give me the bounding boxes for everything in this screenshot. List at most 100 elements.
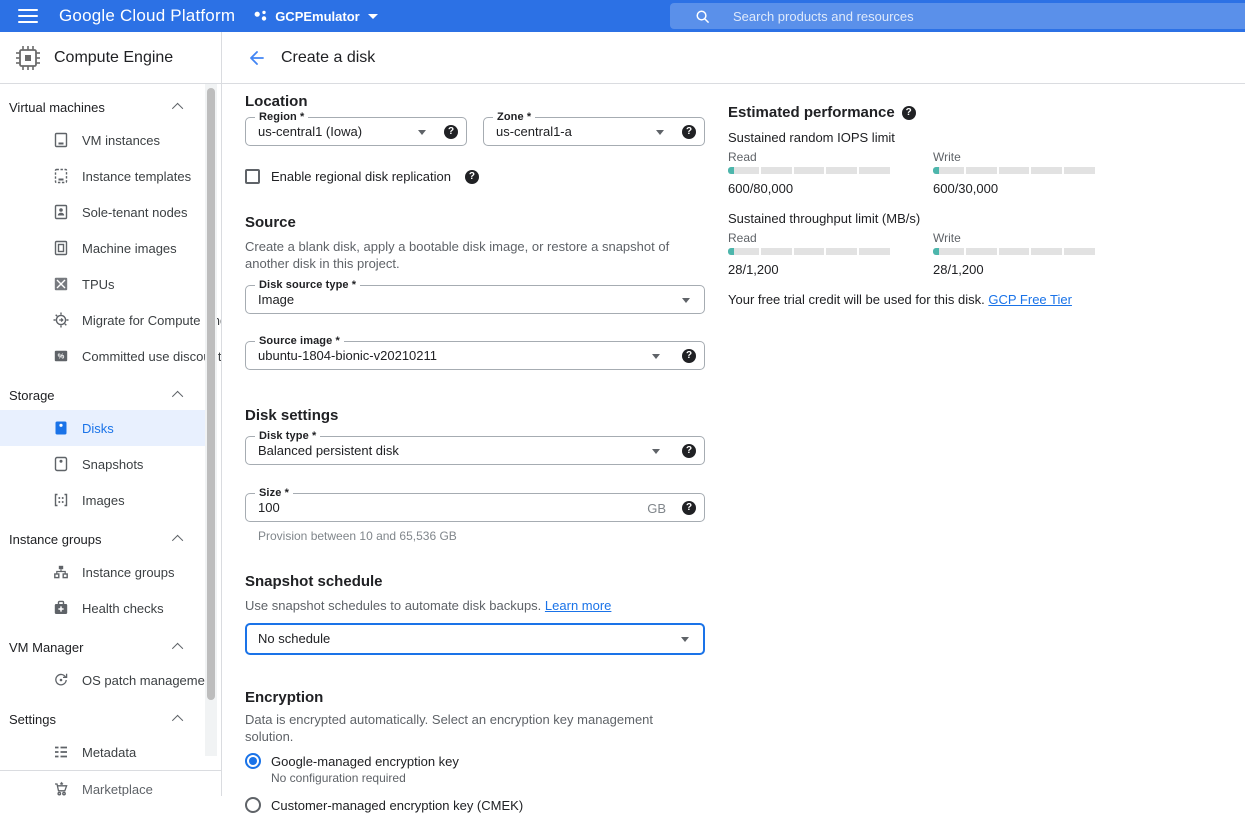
source-image-help-icon[interactable]: ? — [682, 349, 696, 363]
svg-text:%: % — [58, 352, 65, 361]
sidebar-item-images[interactable]: Images — [0, 482, 205, 518]
sidebar-item-machine-images[interactable]: Machine images — [0, 230, 205, 266]
nav-label: Health checks — [82, 601, 164, 616]
region-help-icon[interactable]: ? — [444, 125, 458, 139]
snapshots-icon — [52, 455, 70, 473]
sidebar-item-health-checks[interactable]: Health checks — [0, 590, 205, 626]
search-input[interactable]: Search products and resources — [670, 3, 1245, 29]
cmek-label: Customer-managed encryption key (CMEK) — [271, 798, 523, 813]
sidebar-nav: Virtual machines VM instances Instance t… — [0, 84, 222, 796]
nav-label: TPUs — [82, 277, 115, 292]
sidebar-item-marketplace[interactable]: Marketplace — [0, 771, 205, 796]
learn-more-link[interactable]: Learn more — [545, 598, 611, 613]
disk-type-select[interactable]: Disk type * Balanced persistent disk ? — [245, 436, 705, 465]
iops-read-bar — [728, 167, 890, 174]
project-selector-icon — [254, 10, 268, 22]
zone-help-icon[interactable]: ? — [682, 125, 696, 139]
dropdown-arrow-icon — [652, 354, 660, 359]
size-help-icon[interactable]: ? — [682, 501, 696, 515]
snapshot-desc-text: Use snapshot schedules to automate disk … — [245, 598, 541, 613]
nav-label: Instance groups — [82, 565, 175, 580]
trial-note-text: Your free trial credit will be used for … — [728, 292, 985, 307]
sole-tenant-nodes-icon — [52, 203, 70, 221]
compute-engine-chip-icon — [15, 45, 41, 71]
disk-type-help-icon[interactable]: ? — [682, 444, 696, 458]
sidebar-section-storage[interactable]: Storage — [0, 380, 221, 410]
gcp-free-tier-link[interactable]: GCP Free Tier — [988, 292, 1072, 307]
nav-label: Migrate for Compute Engi... — [82, 313, 222, 328]
page-title: Create a disk — [281, 49, 375, 67]
health-checks-icon — [52, 599, 70, 617]
chevron-up-icon — [172, 391, 183, 402]
cmek-radio[interactable] — [245, 797, 261, 813]
hamburger-menu-icon[interactable] — [18, 9, 38, 23]
sidebar-item-sole-tenant-nodes[interactable]: Sole-tenant nodes — [0, 194, 205, 230]
nav-label: OS patch management — [82, 673, 216, 688]
performance-help-icon[interactable]: ? — [902, 106, 916, 120]
project-selector[interactable]: GCPEmulator — [254, 9, 378, 24]
sidebar-item-disks[interactable]: Disks — [0, 410, 205, 446]
search-placeholder: Search products and resources — [733, 9, 914, 24]
sidebar-section-virtual-machines[interactable]: Virtual machines — [0, 92, 221, 122]
regional-replication-label: Enable regional disk replication — [271, 169, 451, 184]
nav-label: Sole-tenant nodes — [82, 205, 188, 220]
sidebar-item-instance-templates[interactable]: Instance templates — [0, 158, 205, 194]
iops-write-bar — [933, 167, 1095, 174]
section-label: Virtual machines — [9, 100, 105, 115]
nav-label: Machine images — [82, 241, 177, 256]
brand-logo[interactable]: Google Cloud Platform — [59, 6, 235, 26]
sidebar-item-metadata[interactable]: Metadata — [0, 734, 205, 770]
project-name: GCPEmulator — [275, 9, 360, 24]
source-image-select[interactable]: Source image * ubuntu-1804-bionic-v20210… — [245, 341, 705, 370]
app-title: Compute Engine — [54, 49, 173, 67]
sidebar-item-committed-use-discounts[interactable]: % Committed use discounts — [0, 338, 205, 374]
sidebar-item-migrate-for-compute-engine[interactable]: Migrate for Compute Engi... — [0, 302, 205, 338]
chevron-up-icon — [172, 715, 183, 726]
nav-label: Snapshots — [82, 457, 143, 472]
google-managed-key-sub: No configuration required — [271, 771, 705, 785]
vm-instances-icon — [52, 131, 70, 149]
zone-select[interactable]: Zone * us-central1-a ? — [483, 117, 705, 146]
regional-replication-checkbox[interactable] — [245, 169, 260, 184]
throughput-write-bar — [933, 248, 1095, 255]
instance-groups-icon — [52, 563, 70, 581]
size-input[interactable]: Size * 100 GB ? — [245, 493, 705, 522]
sidebar-section-settings[interactable]: Settings — [0, 704, 221, 734]
source-image-label: Source image * — [255, 335, 344, 348]
size-unit: GB — [647, 501, 666, 516]
metadata-icon — [52, 743, 70, 761]
snapshot-schedule-select[interactable]: No schedule — [245, 623, 705, 655]
google-managed-key-radio[interactable] — [245, 753, 261, 769]
replication-help-icon[interactable]: ? — [465, 170, 479, 184]
sidebar-scrollbar-thumb[interactable] — [207, 88, 215, 700]
throughput-write-value: 28/1,200 — [933, 262, 1095, 278]
sidebar-item-tpus[interactable]: TPUs — [0, 266, 205, 302]
region-select[interactable]: Region * us-central1 (Iowa) ? — [245, 117, 467, 146]
sidebar-item-vm-instances[interactable]: VM instances — [0, 122, 205, 158]
sidebar-item-os-patch-management[interactable]: OS patch management — [0, 662, 205, 698]
iops-write-label: Write — [933, 150, 1095, 164]
sidebar-item-instance-groups[interactable]: Instance groups — [0, 554, 205, 590]
location-heading: Location — [245, 93, 705, 111]
sidebar-section-instance-groups[interactable]: Instance groups — [0, 524, 221, 554]
iops-title: Sustained random IOPS limit — [728, 130, 1128, 146]
iops-read-value: 600/80,000 — [728, 181, 890, 197]
nav-label: VM instances — [82, 133, 160, 148]
nav-label: Metadata — [82, 745, 136, 760]
sidebar-section-vm-manager[interactable]: VM Manager — [0, 632, 221, 662]
nav-label: Committed use discounts — [82, 349, 222, 364]
estimated-performance-panel: Estimated performance ? Sustained random… — [728, 84, 1128, 308]
sidebar-item-snapshots[interactable]: Snapshots — [0, 446, 205, 482]
source-heading: Source — [245, 214, 705, 232]
disk-source-type-select[interactable]: Disk source type * Image — [245, 285, 705, 314]
dropdown-arrow-icon — [682, 298, 690, 303]
disk-settings-heading: Disk settings — [245, 407, 705, 425]
chevron-down-icon — [368, 14, 378, 19]
iops-read-label: Read — [728, 150, 890, 164]
dropdown-arrow-icon — [681, 637, 689, 642]
machine-images-icon — [52, 239, 70, 257]
section-label: Instance groups — [9, 532, 102, 547]
source-description: Create a blank disk, apply a bootable di… — [245, 238, 705, 272]
size-value: 100 — [246, 494, 704, 521]
back-button[interactable] — [247, 49, 265, 67]
